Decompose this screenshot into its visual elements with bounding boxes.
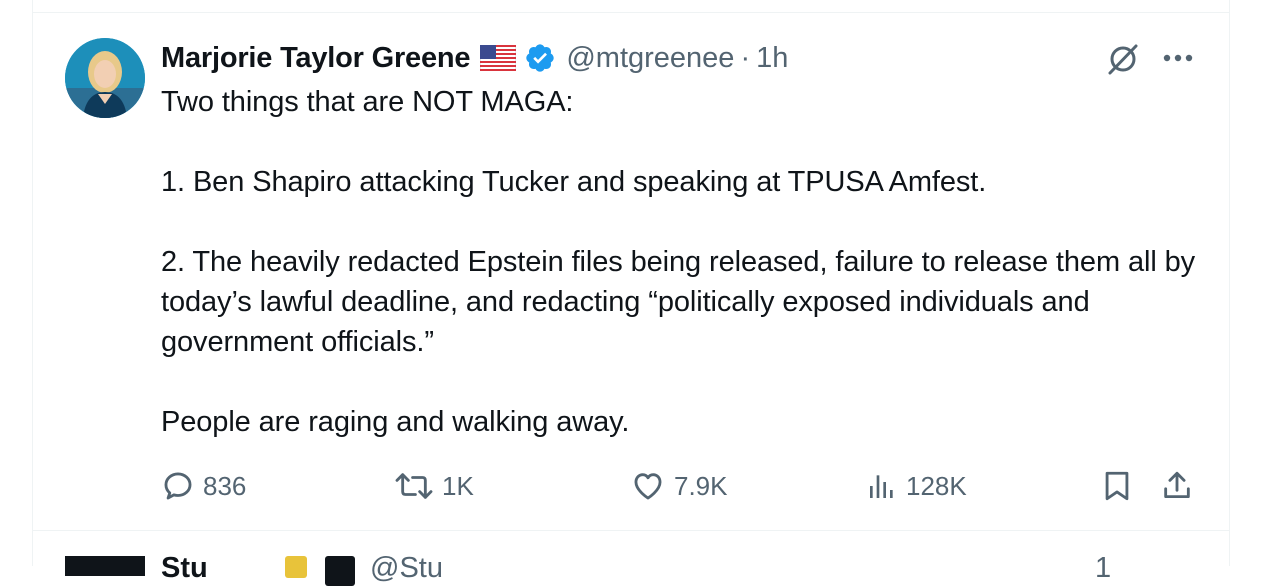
author-avatar[interactable] — [65, 38, 145, 118]
us-flag-icon — [480, 45, 517, 71]
repost-icon — [395, 473, 433, 499]
reply-icon — [164, 472, 192, 500]
next-tweet-author[interactable]: Stu — [161, 552, 208, 585]
reply-count: 836 — [203, 470, 247, 501]
share-icon — [1164, 471, 1190, 499]
tweet-bottom-divider — [32, 530, 1230, 531]
next-tweet-avatar[interactable] — [65, 556, 145, 576]
next-tweet-timestamp[interactable]: 1 — [1095, 552, 1111, 585]
author-name[interactable]: Marjorie Taylor Greene — [161, 42, 471, 75]
author-handle[interactable]: @mtgreenee — [566, 42, 734, 75]
grok-icon[interactable] — [1105, 41, 1141, 77]
tweet-header: Marjorie Taylor Greene @mtgreenee · 1h — [161, 38, 788, 78]
analytics-icon — [870, 475, 893, 498]
tweet-actions: 836 1K 7.9K 128K — [0, 466, 1272, 506]
tweet-top-divider — [32, 12, 1230, 13]
like-count: 7.9K — [674, 470, 728, 501]
verified-badge-icon[interactable] — [524, 42, 556, 74]
next-tweet-handle[interactable]: @Stu — [370, 552, 443, 585]
more-icon[interactable] — [1160, 44, 1196, 72]
affiliate-badge-icon — [285, 556, 307, 578]
views-button[interactable]: 128K — [866, 466, 967, 506]
reply-button[interactable]: 836 — [161, 466, 246, 506]
repost-count: 1K — [442, 470, 474, 501]
view-count: 128K — [906, 470, 967, 501]
heart-icon — [634, 473, 662, 500]
tweet-timestamp[interactable]: 1h — [756, 42, 788, 75]
affiliate-logo-icon — [325, 556, 355, 586]
tweet-text: Two things that are NOT MAGA: 1. Ben Sha… — [161, 86, 1196, 438]
bookmark-icon — [1105, 471, 1129, 501]
repost-button[interactable]: 1K — [394, 466, 474, 506]
share-button[interactable] — [1160, 466, 1194, 506]
like-button[interactable]: 7.9K — [630, 466, 728, 506]
bookmark-button[interactable] — [1100, 466, 1134, 506]
separator-dot: · — [740, 41, 751, 74]
